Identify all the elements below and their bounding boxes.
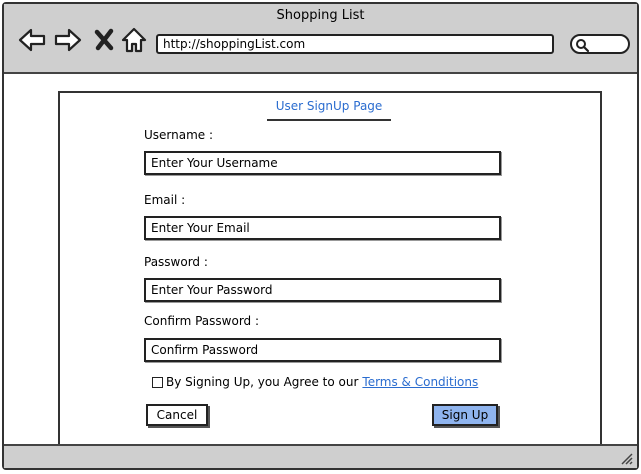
terms-checkbox[interactable] <box>152 376 163 388</box>
back-arrow-icon[interactable] <box>18 26 46 54</box>
terms-agreement-row: By Signing Up, you Agree to our Terms & … <box>152 375 478 389</box>
resize-grip-icon[interactable] <box>619 451 633 465</box>
browser-search-box[interactable] <box>570 34 630 54</box>
page-content: User SignUp Page Username : Email : Pass… <box>4 74 637 447</box>
search-icon <box>576 39 590 53</box>
confirm-password-input[interactable] <box>144 338 501 362</box>
email-label: Email : <box>144 193 186 207</box>
home-icon[interactable] <box>120 26 148 54</box>
close-x-icon[interactable] <box>92 26 120 54</box>
confirm-password-label: Confirm Password : <box>144 314 260 328</box>
page-title: User SignUp Page <box>275 99 383 113</box>
password-label: Password : <box>144 255 208 269</box>
vertical-scrollbar[interactable] <box>634 74 637 444</box>
username-input[interactable] <box>144 151 501 175</box>
browser-window: Shopping List http://shoppingList.com Us… <box>2 2 639 470</box>
email-input[interactable] <box>144 216 501 240</box>
browser-titlebar: Shopping List http://shoppingList.com <box>4 4 637 74</box>
password-input[interactable] <box>144 278 501 302</box>
sign-up-button[interactable]: Sign Up <box>432 404 498 426</box>
cancel-button[interactable]: Cancel <box>146 404 208 426</box>
terms-agreement-text: By Signing Up, you Agree to our <box>166 375 359 389</box>
title-underline <box>267 119 391 121</box>
address-bar[interactable]: http://shoppingList.com <box>156 34 554 54</box>
window-title: Shopping List <box>276 8 365 23</box>
username-label: Username : <box>144 128 214 142</box>
browser-statusbar <box>4 444 637 468</box>
terms-conditions-link[interactable]: Terms & Conditions <box>362 375 478 389</box>
signup-panel: User SignUp Page Username : Email : Pass… <box>58 91 602 447</box>
forward-arrow-icon[interactable] <box>54 26 82 54</box>
